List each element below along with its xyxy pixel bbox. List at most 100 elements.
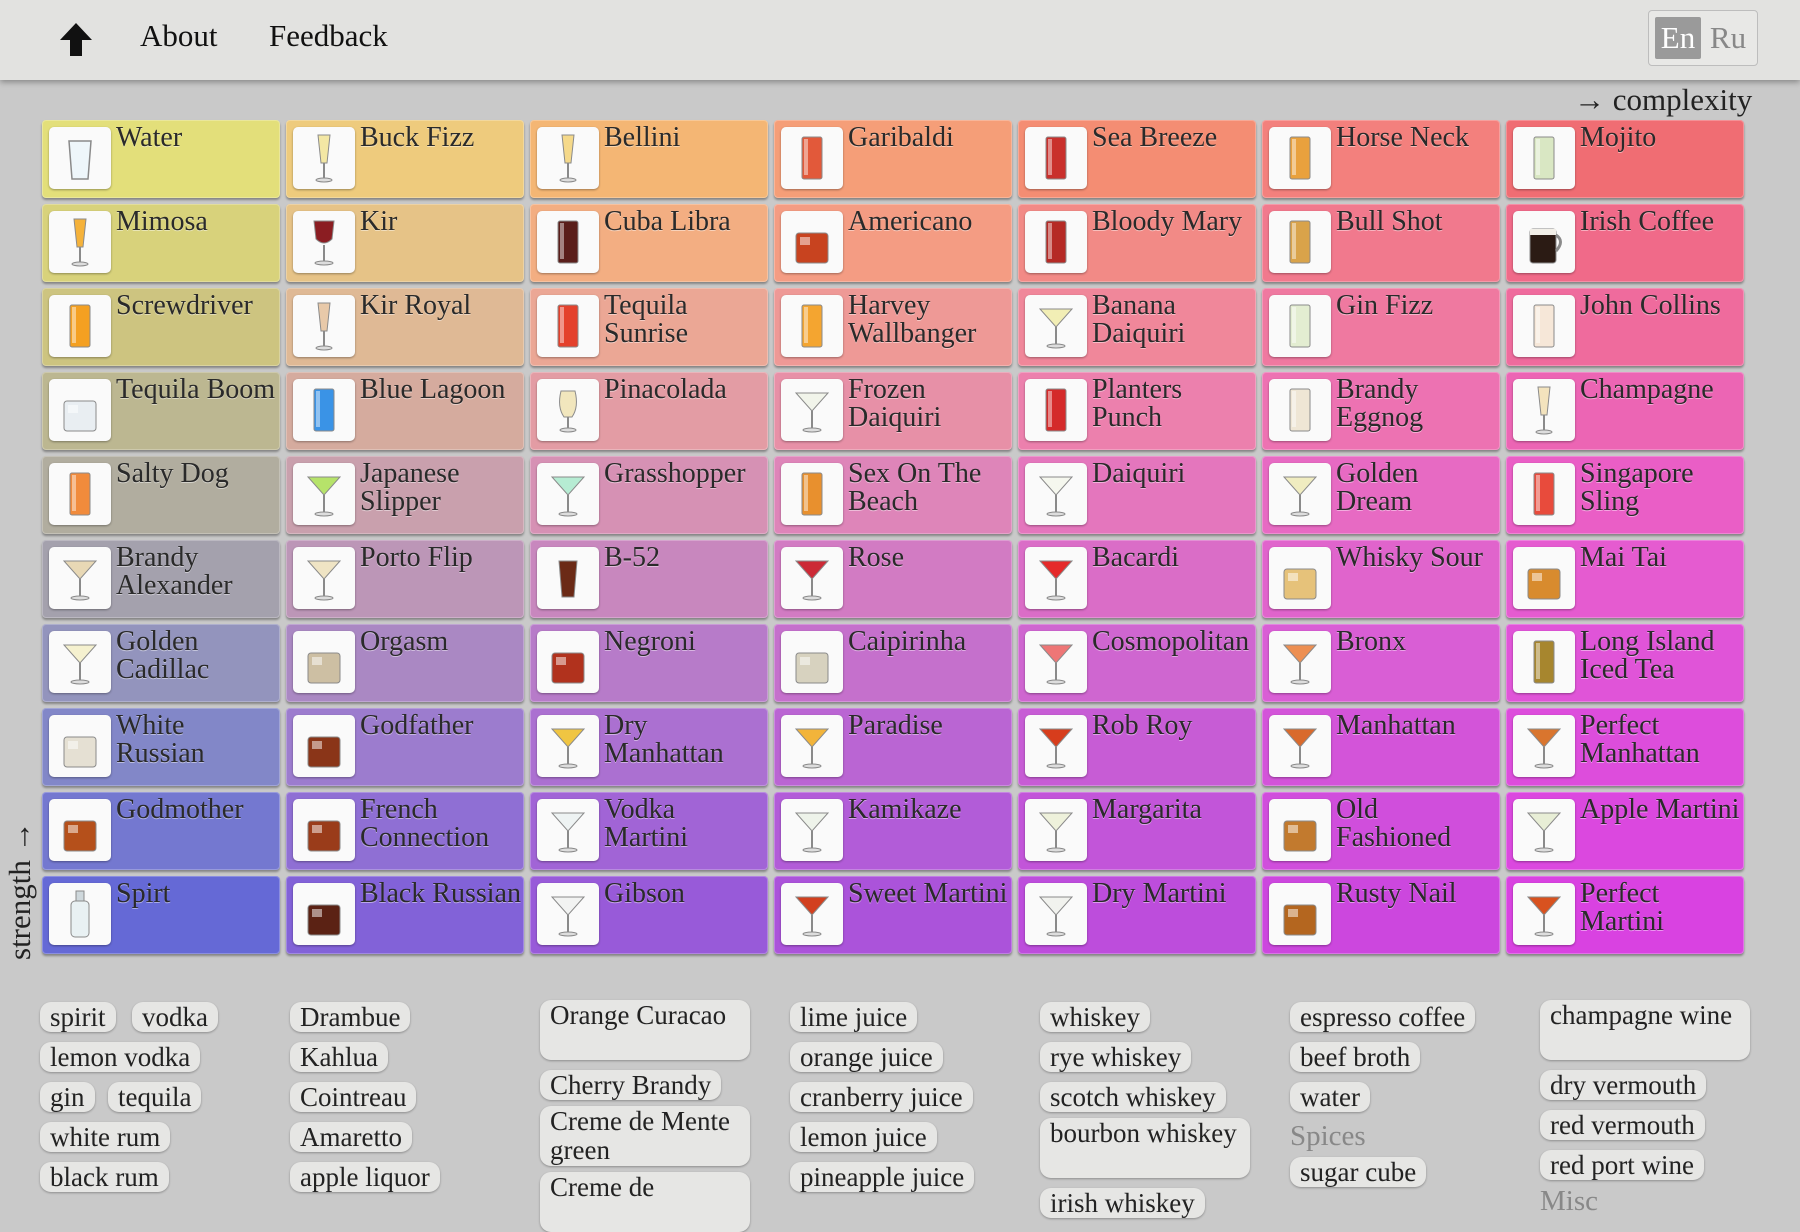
cocktail-tile[interactable]: Apple Martini	[1506, 792, 1744, 870]
feedback-link[interactable]: Feedback	[269, 18, 388, 54]
ingredient-chip[interactable]: spirit	[40, 1002, 116, 1032]
cocktail-tile[interactable]: Paradise	[774, 708, 1012, 786]
ingredient-chip[interactable]: cranberry juice	[790, 1082, 973, 1112]
ingredient-chip[interactable]: beef broth	[1290, 1042, 1421, 1072]
cocktail-tile[interactable]: Bacardi	[1018, 540, 1256, 618]
ingredient-chip[interactable]: black rum	[40, 1162, 169, 1192]
cocktail-tile[interactable]: Brandy Alexander	[42, 540, 280, 618]
cocktail-tile[interactable]: Champagne	[1506, 372, 1744, 450]
cocktail-tile[interactable]: Godmother	[42, 792, 280, 870]
cocktail-tile[interactable]: Orgasm	[286, 624, 524, 702]
about-link[interactable]: About	[140, 18, 218, 54]
cocktail-tile[interactable]: Brandy Eggnog	[1262, 372, 1500, 450]
ingredient-chip[interactable]: apple liquor	[290, 1162, 440, 1192]
cocktail-tile[interactable]: Pinacolada	[530, 372, 768, 450]
ingredient-chip[interactable]: sugar cube	[1290, 1157, 1427, 1187]
cocktail-tile[interactable]: Margarita	[1018, 792, 1256, 870]
cocktail-tile[interactable]: Harvey Wallbanger	[774, 288, 1012, 366]
cocktail-tile[interactable]: Japanese Slipper	[286, 456, 524, 534]
cocktail-tile[interactable]: Americano	[774, 204, 1012, 282]
cocktail-tile[interactable]: Rusty Nail	[1262, 876, 1500, 954]
cocktail-tile[interactable]: Manhattan	[1262, 708, 1500, 786]
ingredient-chip[interactable]: irish whiskey	[1040, 1188, 1205, 1218]
cocktail-tile[interactable]: Sweet Martini	[774, 876, 1012, 954]
ingredient-chip[interactable]: water	[1290, 1082, 1370, 1112]
language-ru-button[interactable]: Ru	[1705, 17, 1751, 59]
cocktail-tile[interactable]: Horse Neck	[1262, 120, 1500, 198]
ingredient-chip[interactable]: red vermouth	[1540, 1110, 1705, 1140]
ingredient-chip[interactable]: vodka	[132, 1002, 218, 1032]
ingredient-chip[interactable]: Creme de	[540, 1172, 750, 1232]
cocktail-tile[interactable]: Bellini	[530, 120, 768, 198]
ingredient-chip[interactable]: pineapple juice	[790, 1162, 975, 1192]
cocktail-tile[interactable]: Golden Dream	[1262, 456, 1500, 534]
ingredient-chip[interactable]: red port wine	[1540, 1150, 1704, 1180]
cocktail-tile[interactable]: Banana Daiquiri	[1018, 288, 1256, 366]
cocktail-tile[interactable]: Buck Fizz	[286, 120, 524, 198]
ingredient-chip[interactable]: tequila	[108, 1082, 202, 1112]
cocktail-tile[interactable]: Dry Martini	[1018, 876, 1256, 954]
cocktail-tile[interactable]: Singapore Sling	[1506, 456, 1744, 534]
ingredient-chip[interactable]: white rum	[40, 1122, 171, 1152]
cocktail-tile[interactable]: Planters Punch	[1018, 372, 1256, 450]
cocktail-tile[interactable]: Gin Fizz	[1262, 288, 1500, 366]
cocktail-tile[interactable]: John Collins	[1506, 288, 1744, 366]
ingredient-chip[interactable]: lemon vodka	[40, 1042, 201, 1072]
ingredient-chip[interactable]: lemon juice	[790, 1122, 937, 1152]
cocktail-tile[interactable]: Frozen Daiquiri	[774, 372, 1012, 450]
cocktail-tile[interactable]: Mai Tai	[1506, 540, 1744, 618]
cocktail-tile[interactable]: Dry Manhattan	[530, 708, 768, 786]
cocktail-tile[interactable]: Long Island Iced Tea	[1506, 624, 1744, 702]
cocktail-tile[interactable]: Grasshopper	[530, 456, 768, 534]
ingredient-chip[interactable]: Orange Curacao	[540, 1000, 750, 1060]
ingredient-chip[interactable]: Kahlua	[290, 1042, 388, 1072]
cocktail-tile[interactable]: Gibson	[530, 876, 768, 954]
cocktail-tile[interactable]: Black Russian	[286, 876, 524, 954]
cocktail-tile[interactable]: Bull Shot	[1262, 204, 1500, 282]
ingredient-chip[interactable]: orange juice	[790, 1042, 943, 1072]
ingredient-chip[interactable]: lime juice	[790, 1002, 918, 1032]
cocktail-tile[interactable]: Bloody Mary	[1018, 204, 1256, 282]
cocktail-tile[interactable]: Negroni	[530, 624, 768, 702]
cocktail-tile[interactable]: Porto Flip	[286, 540, 524, 618]
cocktail-tile[interactable]: Caipirinha	[774, 624, 1012, 702]
cocktail-tile[interactable]: French Connection	[286, 792, 524, 870]
cocktail-tile[interactable]: Irish Coffee	[1506, 204, 1744, 282]
cocktail-tile[interactable]: Vodka Martini	[530, 792, 768, 870]
cocktail-tile[interactable]: Perfect Manhattan	[1506, 708, 1744, 786]
ingredient-chip[interactable]: gin	[40, 1082, 95, 1112]
cocktail-tile[interactable]: Golden Cadillac	[42, 624, 280, 702]
ingredient-chip[interactable]: scotch whiskey	[1040, 1082, 1226, 1112]
ingredient-chip[interactable]: espresso coffee	[1290, 1002, 1476, 1032]
cocktail-tile[interactable]: Kir	[286, 204, 524, 282]
cocktail-tile[interactable]: Salty Dog	[42, 456, 280, 534]
cocktail-tile[interactable]: Kir Royal	[286, 288, 524, 366]
language-en-button[interactable]: En	[1655, 17, 1701, 59]
cocktail-tile[interactable]: Water	[42, 120, 280, 198]
cocktail-tile[interactable]: Tequila Sunrise	[530, 288, 768, 366]
up-arrow-icon[interactable]	[56, 20, 96, 60]
cocktail-tile[interactable]: Screwdriver	[42, 288, 280, 366]
cocktail-tile[interactable]: Garibaldi	[774, 120, 1012, 198]
ingredient-chip[interactable]: bourbon whiskey	[1040, 1118, 1250, 1178]
cocktail-tile[interactable]: Perfect Martini	[1506, 876, 1744, 954]
ingredient-chip[interactable]: Cointreau	[290, 1082, 417, 1112]
cocktail-tile[interactable]: Whisky Sour	[1262, 540, 1500, 618]
cocktail-tile[interactable]: Kamikaze	[774, 792, 1012, 870]
cocktail-tile[interactable]: Sea Breeze	[1018, 120, 1256, 198]
ingredient-chip[interactable]: dry vermouth	[1540, 1070, 1707, 1100]
ingredient-chip[interactable]: whiskey	[1040, 1002, 1150, 1032]
cocktail-tile[interactable]: Spirt	[42, 876, 280, 954]
cocktail-tile[interactable]: Daiquiri	[1018, 456, 1256, 534]
cocktail-tile[interactable]: Mimosa	[42, 204, 280, 282]
cocktail-tile[interactable]: Sex On The Beach	[774, 456, 1012, 534]
cocktail-tile[interactable]: Cuba Libra	[530, 204, 768, 282]
ingredient-chip[interactable]: Drambue	[290, 1002, 411, 1032]
ingredient-chip[interactable]: rye whiskey	[1040, 1042, 1192, 1072]
cocktail-tile[interactable]: Tequila Boom	[42, 372, 280, 450]
cocktail-tile[interactable]: Old Fashioned	[1262, 792, 1500, 870]
ingredient-chip[interactable]: Creme de Mente green	[540, 1106, 750, 1166]
cocktail-tile[interactable]: Rose	[774, 540, 1012, 618]
ingredient-chip[interactable]: Amaretto	[290, 1122, 412, 1152]
cocktail-tile[interactable]: Mojito	[1506, 120, 1744, 198]
